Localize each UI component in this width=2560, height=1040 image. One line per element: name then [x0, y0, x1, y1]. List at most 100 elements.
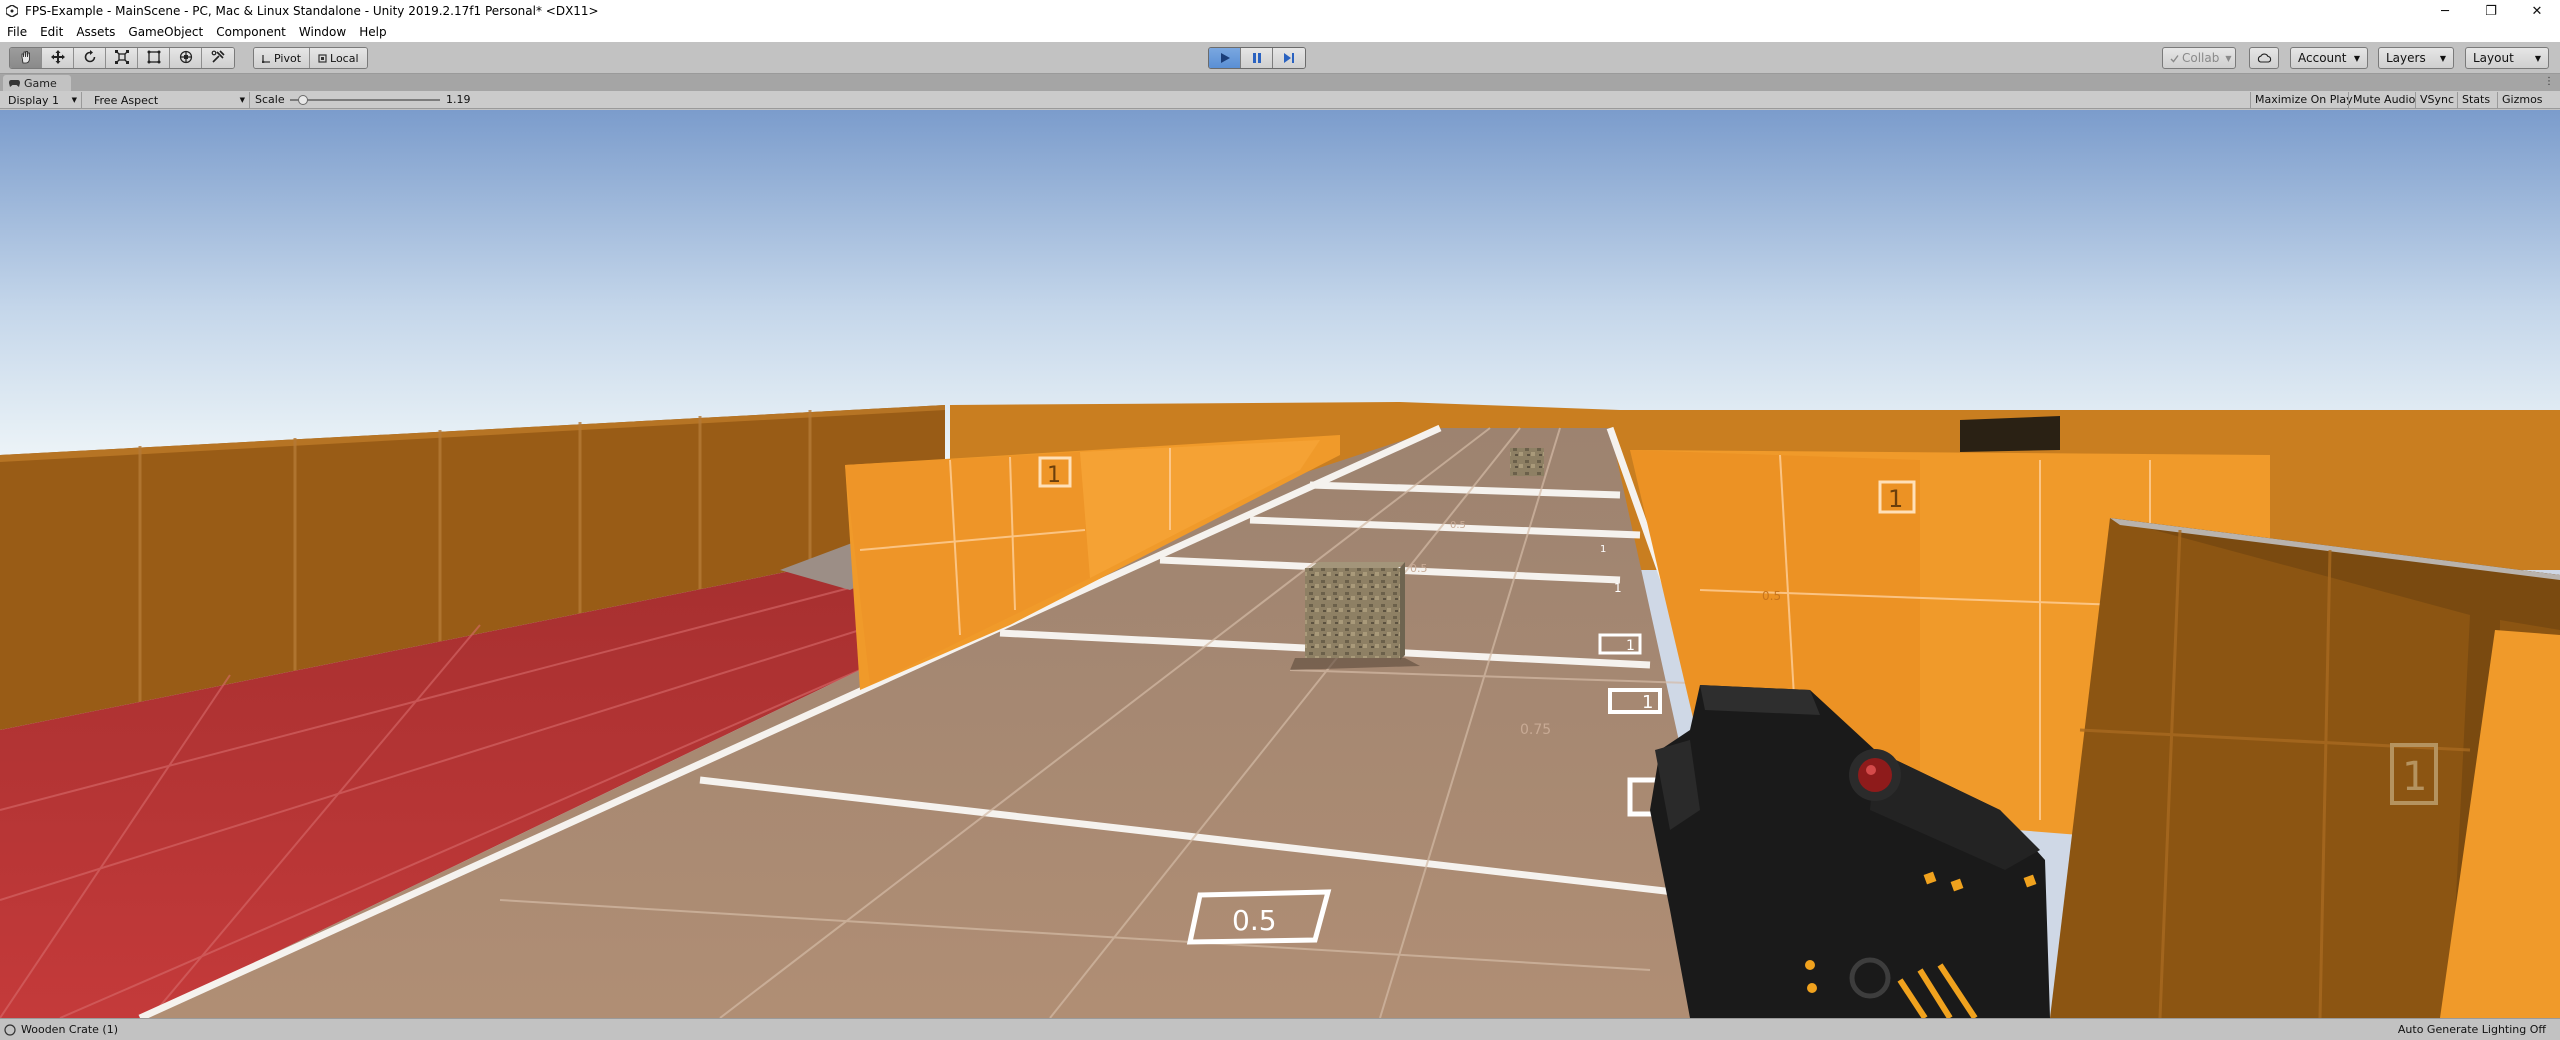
right-block-fraction: 0.5	[1762, 589, 1781, 603]
layers-dropdown-icon: ▼	[2439, 53, 2446, 63]
menu-edit[interactable]: Edit	[33, 22, 69, 42]
stats-toggle[interactable]: Stats	[2457, 92, 2494, 108]
scale-icon	[114, 49, 129, 68]
scale-slider-thumb[interactable]	[297, 95, 308, 105]
menu-assets[interactable]: Assets	[69, 22, 121, 42]
minimize-button[interactable]: ─	[2422, 0, 2468, 22]
account-dropdown-icon: ▼	[2353, 53, 2360, 63]
scale-value: 1.19	[446, 93, 471, 106]
pause-icon	[1251, 49, 1263, 68]
floor-fraction-mid: 0.75	[1520, 722, 1551, 738]
game-scene: 1 1 0.5 1 1 1 1 1 0.5 0.75 0.5 0.5	[0, 110, 2560, 1018]
title-bar: FPS-Example - MainScene - PC, Mac & Linu…	[0, 0, 2560, 22]
cloud-services-button[interactable]	[2249, 47, 2279, 69]
window-title: FPS-Example - MainScene - PC, Mac & Linu…	[25, 4, 599, 18]
aspect-dropdown-icon: ▼	[239, 96, 245, 104]
rotate-tool-button[interactable]	[74, 48, 106, 68]
custom-tool-button[interactable]	[202, 48, 234, 68]
transform-tool-button[interactable]	[170, 48, 202, 68]
display-dropdown-icon: ▼	[71, 96, 77, 104]
step-button[interactable]	[1273, 48, 1305, 68]
menu-file[interactable]: File	[0, 22, 33, 42]
pivot-toggle-button[interactable]: Pivot	[254, 48, 311, 68]
menu-gameobject[interactable]: GameObject	[121, 22, 209, 42]
floor-marker-2: 1	[1642, 692, 1653, 713]
rect-tool-button[interactable]	[138, 48, 170, 68]
game-tab-label: Game	[24, 76, 57, 90]
hand-tool-button[interactable]	[10, 48, 42, 68]
check-icon	[2170, 54, 2179, 63]
menu-help[interactable]: Help	[352, 22, 392, 42]
hand-icon	[19, 49, 33, 68]
rotate-icon	[83, 49, 97, 68]
tab-options-icon[interactable]: ⋮	[2544, 76, 2554, 87]
scale-slider-track[interactable]	[290, 99, 440, 101]
cloud-icon	[2257, 53, 2272, 63]
info-icon	[4, 1023, 16, 1036]
unity-editor-window: FPS-Example - MainScene - PC, Mac & Linu…	[0, 0, 2560, 1040]
floor-marker-4: 1	[1614, 581, 1622, 595]
maximize-on-play-toggle[interactable]: Maximize On Play	[2250, 92, 2357, 108]
right-block-marker: 1	[1888, 485, 1903, 513]
pivot-label: Pivot	[274, 51, 302, 65]
play-controls	[1208, 47, 1306, 69]
layout-dropdown-icon: ▼	[2534, 53, 2541, 63]
status-message[interactable]: Wooden Crate (1)	[21, 1023, 118, 1036]
wooden-crate-far[interactable]	[1510, 448, 1544, 476]
custom-tool-icon	[211, 49, 225, 68]
collab-dropdown-icon: ▼	[2225, 53, 2232, 63]
gizmos-dropdown[interactable]: Gizmos	[2497, 92, 2547, 108]
tab-strip: Game ⋮	[0, 74, 2560, 91]
transform-tools	[9, 47, 235, 69]
rect-icon	[147, 49, 161, 68]
unity-logo-icon	[5, 4, 19, 18]
menu-window[interactable]: Window	[292, 22, 352, 42]
layout-dropdown[interactable]: Layout ▼	[2465, 47, 2549, 69]
status-bar: Wooden Crate (1) Auto Generate Lighting …	[0, 1018, 2560, 1040]
game-controller-icon	[9, 79, 20, 88]
account-dropdown[interactable]: Account ▼	[2290, 47, 2368, 69]
pause-button[interactable]	[1241, 48, 1273, 68]
aspect-value: Free Aspect	[94, 93, 159, 107]
game-view-bar: Display 1 ▼ Free Aspect ▼ Scale 1.19 Max…	[0, 91, 2560, 109]
display-value: Display 1	[8, 93, 60, 107]
step-icon	[1283, 49, 1295, 68]
local-icon	[318, 53, 327, 63]
layers-dropdown[interactable]: Layers ▼	[2378, 47, 2454, 69]
move-tool-button[interactable]	[42, 48, 74, 68]
lighting-status: Auto Generate Lighting Off	[2397, 1023, 2546, 1036]
play-button[interactable]	[1209, 48, 1241, 68]
wooden-crate[interactable]	[1290, 562, 1420, 670]
close-button[interactable]: ✕	[2514, 0, 2560, 22]
collab-button[interactable]: Collab ▼	[2162, 47, 2236, 69]
window-controls: ─ ❐ ✕	[2422, 0, 2560, 22]
maximize-button[interactable]: ❐	[2468, 0, 2514, 22]
pivot-controls: Pivot Local	[253, 47, 368, 69]
floor-fraction-farthest: 0.5	[1450, 520, 1466, 531]
move-icon	[50, 49, 65, 68]
transform-icon	[179, 49, 193, 68]
mute-audio-toggle[interactable]: Mute Audio	[2348, 92, 2419, 108]
layers-label: Layers	[2386, 51, 2426, 65]
main-toolbar: Pivot Local Collab ▼ Account ▼ Layers ▼ …	[0, 42, 2560, 74]
local-toggle-button[interactable]: Local	[310, 48, 367, 68]
vsync-toggle[interactable]: VSync	[2415, 92, 2458, 108]
scale-tool-button[interactable]	[106, 48, 138, 68]
tab-game[interactable]: Game	[3, 75, 71, 91]
account-label: Account	[2298, 51, 2347, 65]
floor-marker-3: 1	[1626, 638, 1635, 654]
play-icon	[1219, 49, 1231, 68]
menu-bar: File Edit Assets GameObject Component Wi…	[0, 22, 2560, 42]
floor-fraction-far: 0.5	[1410, 562, 1428, 575]
game-viewport[interactable]: 1 1 0.5 1 1 1 1 1 0.5 0.75 0.5 0.5	[0, 110, 2560, 1018]
display-dropdown[interactable]: Display 1 ▼	[0, 92, 82, 108]
local-label: Local	[330, 51, 359, 65]
dark-block	[1960, 416, 2060, 452]
menu-component[interactable]: Component	[209, 22, 292, 42]
scale-label: Scale	[255, 93, 285, 106]
near-block-marker: 1	[2402, 754, 2427, 800]
floor-fraction-large: 0.5	[1232, 904, 1277, 937]
aspect-dropdown[interactable]: Free Aspect ▼	[86, 92, 250, 108]
collab-label: Collab	[2182, 51, 2220, 65]
left-block-marker: 1	[1047, 463, 1061, 488]
